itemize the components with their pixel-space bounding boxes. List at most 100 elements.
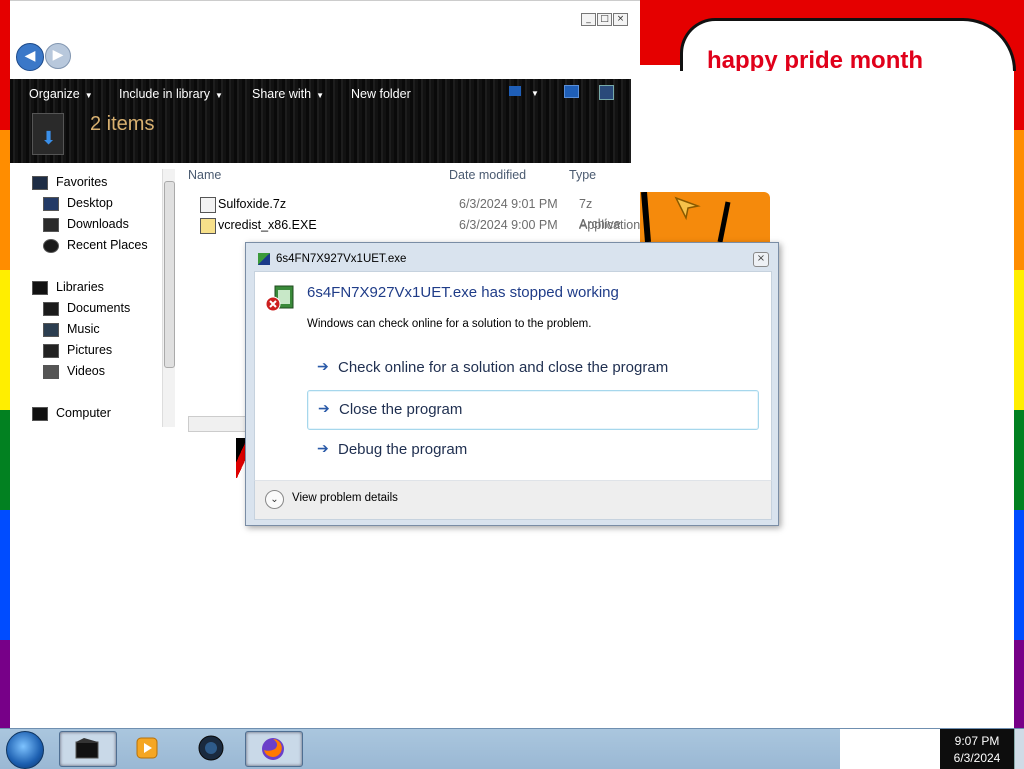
media-player-icon [136, 737, 158, 759]
sidebar-item-documents[interactable]: Documents [43, 298, 130, 318]
pride-banner: happy pride month [680, 18, 1016, 71]
sidebar-label: Favorites [56, 175, 108, 189]
preview-pane-icon [564, 85, 579, 98]
file-name: Sulfoxide.7z [218, 197, 287, 211]
chevron-down-icon: ▼ [215, 91, 223, 100]
error-dialog[interactable]: 6s4FN7X927Vx1UET.exe × 6s4FN7X927Vx1UET.… [245, 242, 779, 526]
forward-arrow-icon[interactable]: ▶ [45, 43, 71, 69]
explorer-titlebar[interactable]: _ □ × [10, 1, 640, 31]
program-error-icon [265, 285, 294, 312]
computer-icon [32, 406, 48, 421]
7z-archive-icon [200, 197, 216, 213]
include-in-library-label: Include in library [119, 87, 211, 101]
arrow-right-icon: ➔ [317, 440, 329, 456]
file-date: 6/3/2024 9:00 PM [459, 218, 558, 232]
chevron-down-icon: ▼ [316, 91, 324, 100]
navigation-pane: Favorites Desktop Downloads Recent Place… [10, 163, 168, 433]
videos-icon [43, 364, 59, 379]
sidebar-item-recent-places[interactable]: Recent Places [43, 235, 148, 255]
clock[interactable]: 9:07 PM 6/3/2024 [940, 729, 1014, 769]
show-desktop-button[interactable] [1014, 729, 1024, 769]
sidebar-item-downloads[interactable]: Downloads [43, 214, 129, 234]
libraries-icon [32, 280, 48, 295]
help-button[interactable] [599, 85, 614, 103]
back-arrow-icon[interactable]: ◀ [16, 43, 44, 71]
check-online-option[interactable]: ➔ Check online for a solution and close … [307, 349, 757, 387]
column-header-name[interactable]: Name [188, 168, 221, 182]
include-in-library-button[interactable]: Include in library ▼ [119, 87, 223, 101]
dialog-title: 6s4FN7X927Vx1UET.exe [276, 253, 407, 265]
downloads-icon [43, 217, 59, 232]
items-count: 2 items [90, 113, 155, 135]
music-icon [43, 322, 59, 337]
option-label: Check online for a solution and close th… [338, 359, 669, 376]
column-header-date-modified[interactable]: Date modified [449, 168, 526, 182]
sidebar-item-libraries[interactable]: Libraries [32, 277, 104, 297]
chevron-down-icon: ▼ [531, 89, 539, 98]
download-arrow-icon: ⬇ [41, 128, 57, 149]
close-button[interactable]: × [613, 13, 628, 26]
desktop-icon [43, 196, 59, 211]
sidebar-scrollbar-thumb[interactable] [164, 181, 175, 368]
cursor-drawing-icon [641, 192, 731, 242]
sidebar-item-favorites[interactable]: Favorites [32, 172, 107, 192]
view-options-button[interactable]: ▼ [509, 85, 539, 99]
debug-program-option[interactable]: ➔ Debug the program [307, 431, 757, 469]
downloads-folder-icon: ⬇ [32, 113, 64, 155]
firefox-icon [262, 738, 284, 760]
view-icon [509, 86, 521, 96]
sidebar-item-music[interactable]: Music [43, 319, 100, 339]
taskbar: 9:07 PM 6/3/2024 [0, 728, 1024, 769]
file-row[interactable]: Sulfoxide.7z 6/3/2024 9:01 PM 7z Archive [188, 194, 631, 231]
preview-pane-button[interactable] [564, 85, 579, 101]
sidebar-label: Libraries [56, 280, 104, 294]
close-program-option[interactable]: ➔ Close the program [307, 390, 759, 430]
dialog-subtext: Windows can check online for a solution … [307, 318, 592, 330]
file-row[interactable]: vcredist_x86.EXE 6/3/2024 9:00 PM Applic… [188, 215, 640, 235]
option-label: Close the program [339, 401, 463, 418]
taskbar-app-button[interactable] [184, 731, 240, 765]
sidebar-item-computer[interactable]: Computer [32, 403, 111, 423]
share-with-button[interactable]: Share with ▼ [252, 87, 324, 101]
globe-icon [198, 735, 224, 761]
sidebar-item-videos[interactable]: Videos [43, 361, 105, 381]
sidebar-item-pictures[interactable]: Pictures [43, 340, 112, 360]
sidebar-label: Downloads [67, 217, 129, 231]
start-button[interactable] [6, 731, 44, 769]
pictures-icon [43, 343, 59, 358]
taskbar-media-player-button[interactable] [120, 731, 176, 765]
clock-date: 6/3/2024 [953, 751, 1001, 765]
dialog-body: 6s4FN7X927Vx1UET.exe has stopped working… [254, 271, 772, 481]
arrow-right-icon: ➔ [318, 400, 330, 416]
file-name: vcredist_x86.EXE [218, 218, 317, 232]
new-folder-button[interactable]: New folder [351, 87, 411, 101]
share-with-label: Share with [252, 87, 312, 101]
sidebar-label: Computer [56, 406, 111, 420]
view-problem-details-link[interactable]: View problem details [292, 492, 398, 504]
command-bar: Organize ▼ Include in library ▼ Share with… [10, 79, 631, 163]
dialog-close-button[interactable]: × [753, 252, 769, 267]
taskbar-firefox-button[interactable] [245, 731, 303, 767]
maximize-button[interactable]: □ [597, 13, 612, 26]
taskbar-explorer-button[interactable] [59, 731, 117, 767]
explorer-folder-icon [75, 738, 99, 759]
minimize-button[interactable]: _ [581, 13, 596, 26]
favorites-star-icon [32, 175, 48, 190]
sidebar-label: Pictures [67, 343, 113, 357]
recent-places-icon [43, 238, 59, 253]
sidebar-label: Documents [67, 301, 131, 315]
sidebar-label: Desktop [67, 196, 113, 210]
chevron-down-icon[interactable]: ⌄ [265, 490, 284, 509]
column-headers: Name Date modified Type [186, 165, 631, 187]
orange-image-fragment [640, 192, 770, 242]
option-label: Debug the program [338, 441, 468, 458]
column-header-type[interactable]: Type [569, 168, 596, 182]
organize-button[interactable]: Organize ▼ [29, 87, 93, 101]
sidebar-label: Music [67, 322, 100, 336]
documents-icon [43, 301, 59, 316]
sidebar-label: Recent Places [67, 238, 148, 252]
sidebar-item-desktop[interactable]: Desktop [43, 193, 113, 213]
file-type: Application [579, 218, 641, 232]
sidebar-label: Videos [67, 364, 105, 378]
exe-application-icon [200, 218, 216, 234]
